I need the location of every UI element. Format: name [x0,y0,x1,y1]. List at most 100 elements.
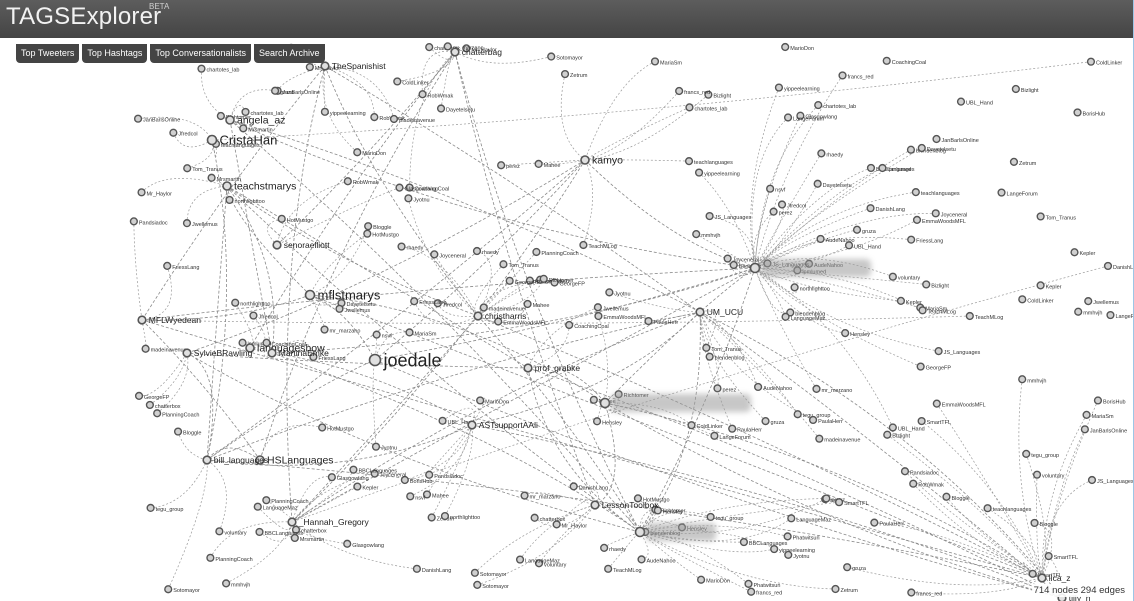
graph-node[interactable]: northlighttoo [225,195,265,205]
graph-node[interactable]: PlanningCoach [262,496,309,505]
graph-node[interactable]: Sotomayor [470,568,507,578]
graph-node[interactable]: madeinavenue [141,344,187,354]
graph-node[interactable]: HotMustgo [277,214,313,224]
graph-node[interactable]: ColdLinker [393,77,429,86]
graph-node[interactable]: tegu_group [1022,449,1059,459]
graph-node[interactable]: SmartTFL [1044,552,1078,561]
graph-node[interactable]: gruza [843,563,867,572]
graph-node[interactable]: chatterbox [145,400,181,410]
graph-node[interactable]: Jwellemus [182,219,218,228]
graph-node[interactable]: mmhvjh [1018,375,1047,384]
graph-node[interactable]: Hensley [592,417,623,426]
graph-hub-mflstmarys[interactable]: mflstmarys [304,288,381,303]
graph-node[interactable]: perez [713,384,736,393]
graph-hub-ASTsupportAAli[interactable]: ASTsupportAAli [467,420,538,430]
graph-node[interactable]: Bloggle [942,492,970,502]
graph-node[interactable]: mr_marzano [320,325,360,335]
graph-node[interactable]: rhaedy [472,246,499,256]
graph-node[interactable]: ColdLinker [1018,295,1054,304]
graph-hub-joedale[interactable]: joedale [368,350,442,370]
tab-search-archive[interactable]: Search Archive [253,44,325,63]
graph-node[interactable]: Kepler [896,296,922,306]
graph-node[interactable]: Kepler [1036,281,1062,290]
graph-node[interactable]: Sotomayor [547,52,583,62]
graph-node[interactable]: DanishLang [412,564,451,574]
graph-node[interactable]: Zetrum [1009,157,1037,167]
graph-node[interactable]: JS_Languages [705,211,752,221]
graph-node[interactable]: Bizlight [883,430,911,440]
graph-node[interactable]: JanBarlsOnline [1080,425,1127,434]
graph-node[interactable]: ColdLinker [687,421,723,430]
graph-node[interactable]: Jyotnu [404,194,430,203]
graph-node[interactable]: madeinavenue [389,114,435,124]
graph-node[interactable]: rhaedy [817,149,843,158]
graph-node[interactable]: HotMustgo [363,229,399,239]
graph-node[interactable]: MarioDon [781,42,814,52]
graph-node[interactable]: SmartTFL [834,498,869,507]
graph-node[interactable]: JanBarlsOnline [932,134,979,144]
graph-node[interactable]: gruza [761,417,785,426]
graph-node[interactable]: LanguageMaz [787,514,832,523]
graph-node[interactable]: Richtomer [539,274,574,284]
graph-node[interactable]: tegu_group [146,503,183,513]
graph-node[interactable]: JS_Languages [934,347,981,356]
graph-node[interactable]: Jyotnu [371,442,398,452]
graph-node[interactable]: Mahee [523,299,549,309]
graph-node[interactable]: mmhvjh [1074,307,1103,317]
graph-hub-christharris[interactable]: christharris [473,311,526,321]
graph-node[interactable]: RobWmak [909,479,944,489]
graph-node[interactable]: Glasgowlang [395,183,436,193]
graph-node[interactable]: MarioDon [476,396,509,405]
graph-node[interactable]: ColdLinker [1086,57,1123,67]
graph-node[interactable]: Bizlight [1011,84,1039,94]
graph-node[interactable]: FriessLang [907,235,944,245]
graph-node[interactable]: yippeelearning [774,83,820,93]
graph-node[interactable]: DanishLang [569,482,608,491]
graph-hub-teachstmarys[interactable]: teachstmarys [222,181,296,193]
graph-node[interactable]: Mahee [534,159,560,169]
graph-node[interactable]: Kepler [1070,248,1096,257]
graph-node[interactable]: MarioDon [353,148,386,157]
graph-node[interactable]: mmhvjh [222,579,251,588]
graph-node[interactable]: Glasgowlang [343,539,384,549]
graph-node[interactable]: MariaSm [650,57,683,66]
graph-node[interactable]: RobWmak [418,90,453,99]
graph-node[interactable]: Jwellemus [1084,297,1119,306]
graph-node[interactable]: GeorgeFP [916,362,951,372]
graph-node[interactable]: LanguageMaz [515,555,561,565]
graph-hub-senoraelliott[interactable]: senoraelliott [272,240,330,250]
graph-node[interactable]: Phatwitsun [783,532,820,541]
graph-node[interactable]: rhaedy [600,543,626,553]
graph-node[interactable]: perez [497,161,520,170]
graph-node[interactable]: Joyceneral [430,250,466,259]
graph-node[interactable]: chartotes_lab [814,100,856,110]
graph-hub-bill_languages[interactable]: bill_languages [202,455,268,465]
graph-node[interactable]: FriessLang [163,261,200,271]
graph-node[interactable]: nsvf [372,330,392,340]
graph-node[interactable]: BBCLanguages [739,537,788,547]
graph-node[interactable]: gruza [852,225,877,235]
graph-node[interactable]: RobWmak [343,177,379,186]
graph-node[interactable]: AudeNahoo [637,555,676,564]
graph-node[interactable]: PaulaHerr [870,518,904,528]
graph-hub-thespanishist[interactable]: TheSpanishist [320,61,386,71]
graph-node[interactable]: BorisHub [1093,396,1126,405]
graph-node[interactable]: nsvf [766,184,786,194]
graph-node[interactable]: madeinavenue [815,434,860,444]
graph-node[interactable]: Phatwitsun [744,579,780,589]
tab-top-hashtags[interactable]: Top Hashtags [82,44,148,63]
graph-node[interactable]: Tom_Tranus [499,260,539,269]
graph-node[interactable]: MarioDon [697,575,730,585]
graph-node[interactable]: AudeNahoo [753,382,792,392]
graph-node[interactable]: DanishLang [866,204,905,213]
graph-node[interactable]: LangeForum [1106,310,1134,320]
graph-hub-prof_grabke[interactable]: prof_grabke [523,363,580,373]
graph-hub-sylviebrawling[interactable]: SylvieBRawling [182,348,253,358]
graph-node[interactable]: AudeNahoo [816,234,855,244]
graph-node[interactable]: blendenblog [705,352,745,362]
graph-node[interactable]: Joyceneral [931,209,967,218]
graph-node[interactable]: Sotomayor [473,580,509,590]
graph-node[interactable]: Tom_Tranus [702,343,742,353]
graph-node[interactable]: HotMustgo [318,423,354,432]
graph-node[interactable]: francs_red [907,588,942,598]
